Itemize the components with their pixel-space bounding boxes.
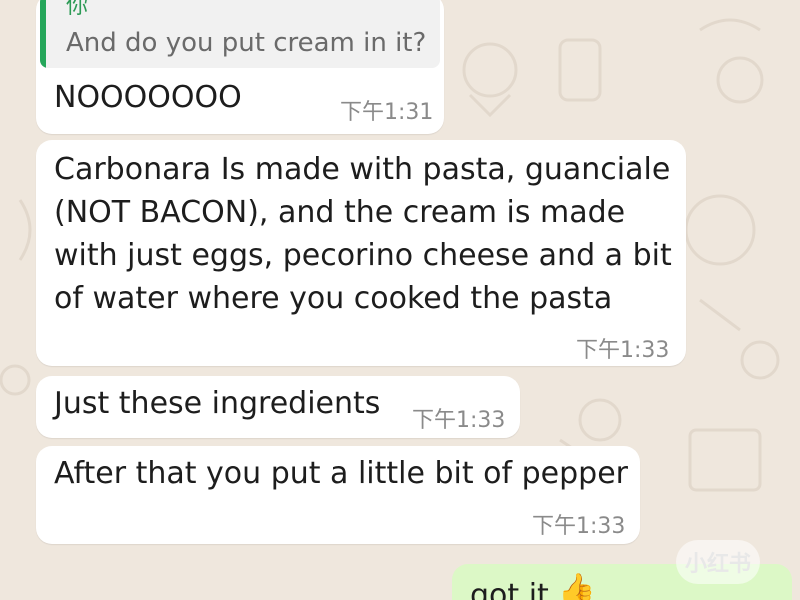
message-text: Carbonara Is made with pasta, guanciale … [54, 152, 672, 316]
message-bubble-4[interactable]: After that you put a little bit of peppe… [36, 446, 640, 544]
message-bubble-3[interactable]: Just these ingredients 下午1:33 [36, 376, 520, 438]
message-time: 下午1:31 [340, 100, 434, 125]
quoted-text: And do you put cream in it? [66, 28, 427, 58]
message-time: 下午1:33 [412, 408, 506, 433]
watermark-logo: 小红书 [676, 540, 760, 584]
quote-accent-bar [40, 0, 46, 68]
message-bubble-2[interactable]: Carbonara Is made with pasta, guanciale … [36, 140, 686, 366]
outgoing-message-text: got it [470, 578, 549, 600]
message-bubble-1[interactable]: 你 And do you put cream in it? NOOOOOOO 下… [36, 0, 444, 134]
message-time: 下午1:33 [576, 338, 670, 363]
message-text: After that you put a little bit of peppe… [54, 456, 628, 491]
quoted-reply[interactable]: 你 And do you put cream in it? [40, 0, 440, 68]
message-text: NOOOOOOO [54, 80, 242, 115]
thumbs-up-icon: 👍 [558, 572, 596, 600]
message-text: Just these ingredients [54, 386, 381, 421]
message-time: 下午1:33 [532, 514, 626, 539]
quoted-author: 你 [66, 0, 89, 19]
